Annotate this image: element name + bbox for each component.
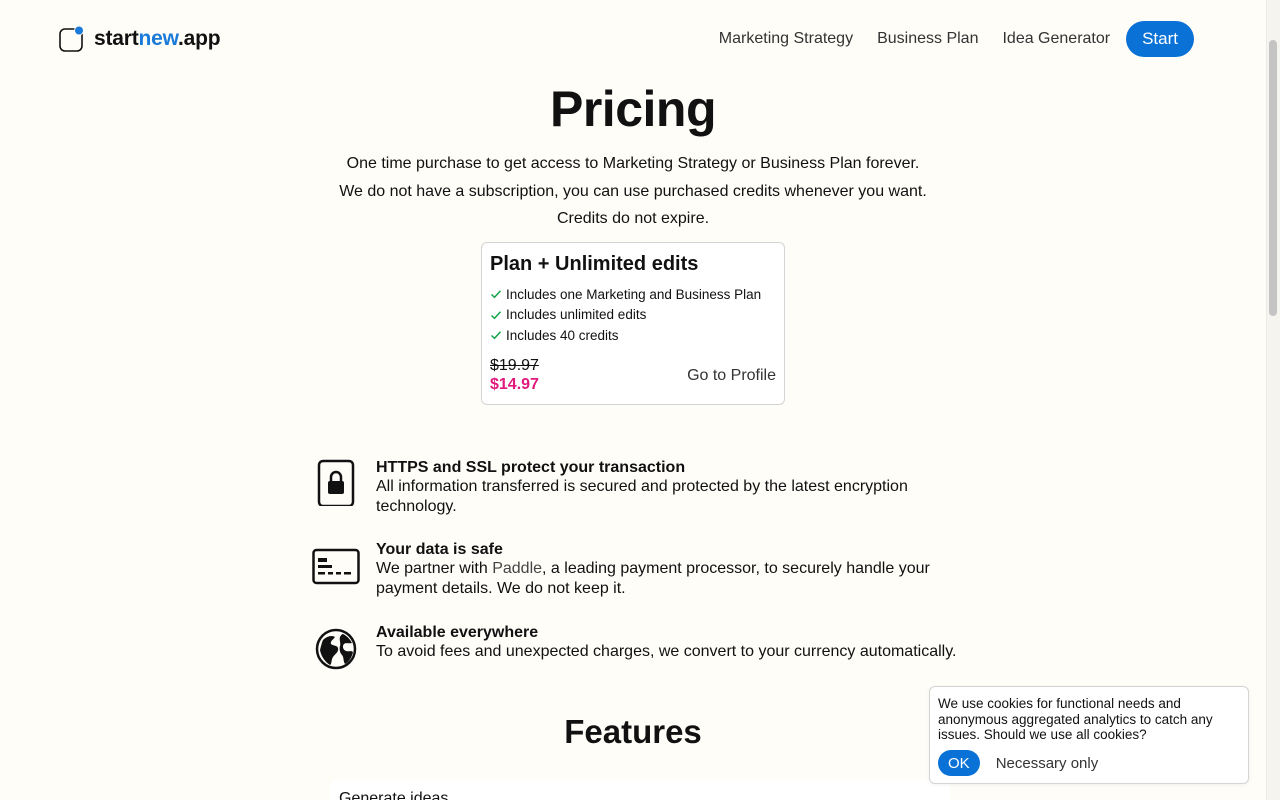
page-title: Pricing <box>550 81 716 137</box>
lock-icon <box>317 459 355 506</box>
trust-item-data-safe: Your data is safe We partner with Paddle… <box>312 540 972 600</box>
start-button[interactable]: Start <box>1126 21 1194 57</box>
plan-feature-label: Includes 40 credits <box>506 327 619 343</box>
site-header: startnew.app Marketing Strategy Business… <box>0 0 1266 80</box>
check-icon <box>490 331 502 340</box>
plan-feature-label: Includes unlimited edits <box>506 307 647 323</box>
features-list: Generate ideas <box>330 780 950 800</box>
cookie-necessary-only-button[interactable]: Necessary only <box>996 755 1099 772</box>
feature-item: Generate ideas <box>339 790 449 800</box>
trust-desc: To avoid fees and unexpected charges, we… <box>376 643 957 660</box>
nav-business-plan[interactable]: Business Plan <box>877 30 978 48</box>
trust-text: Your data is safe We partner with Paddle… <box>376 540 966 599</box>
cookie-text: We use cookies for functional needs and … <box>938 696 1213 742</box>
trust-title: Available everywhere <box>376 624 539 641</box>
paddle-link[interactable]: Paddle <box>492 560 542 577</box>
subtitle-line: Credits do not expire. <box>556 210 710 227</box>
globe-icon <box>315 628 357 670</box>
cookie-banner: We use cookies for functional needs and … <box>929 686 1249 784</box>
trust-title: HTTPS and SSL protect your transaction <box>376 459 686 476</box>
logo-icon <box>58 25 86 53</box>
plan-title: Plan + Unlimited edits <box>490 253 699 275</box>
subtitle-line: One time purchase to get access to Marke… <box>346 155 920 172</box>
main-nav: Marketing Strategy Business Plan Idea Ge… <box>695 21 1194 57</box>
price-row: $19.97 $14.97 Go to Profile <box>490 357 776 394</box>
plan-feature: Includes unlimited edits <box>490 305 776 326</box>
cookie-actions: OK Necessary only <box>938 750 1098 776</box>
plan-feature: Includes 40 credits <box>490 325 776 346</box>
trust-text: Available everywhere To avoid fees and u… <box>376 623 966 662</box>
logo[interactable]: startnew.app <box>58 25 221 53</box>
check-icon <box>490 290 502 299</box>
plan-feature-label: Includes one Marketing and Business Plan <box>506 286 762 302</box>
cookie-ok-button[interactable]: OK <box>938 750 980 776</box>
scrollbar[interactable] <box>1266 0 1280 800</box>
trust-item-everywhere: Available everywhere To avoid fees and u… <box>312 623 972 683</box>
go-to-profile-link[interactable]: Go to Profile <box>687 367 776 385</box>
trust-desc: All information transferred is secured a… <box>376 478 908 515</box>
trust-desc: We partner with Paddle, a leading paymen… <box>376 560 930 597</box>
nav-idea-generator[interactable]: Idea Generator <box>1002 30 1110 48</box>
trust-item-ssl: HTTPS and SSL protect your transaction A… <box>312 458 972 518</box>
plan-feature: Includes one Marketing and Business Plan <box>490 284 776 305</box>
trust-text: HTTPS and SSL protect your transaction A… <box>376 458 966 517</box>
pricing-card: Plan + Unlimited edits Includes one Mark… <box>481 242 785 405</box>
pricing-subtitle: One time purchase to get access to Marke… <box>0 150 1266 233</box>
credit-card-icon <box>312 548 360 585</box>
check-icon <box>490 311 502 320</box>
logo-text: startnew.app <box>94 27 221 50</box>
scrollbar-thumb[interactable] <box>1269 40 1277 316</box>
trust-title: Your data is safe <box>376 541 503 558</box>
nav-marketing-strategy[interactable]: Marketing Strategy <box>719 30 853 48</box>
subtitle-line: We do not have a subscription, you can u… <box>339 182 927 200</box>
